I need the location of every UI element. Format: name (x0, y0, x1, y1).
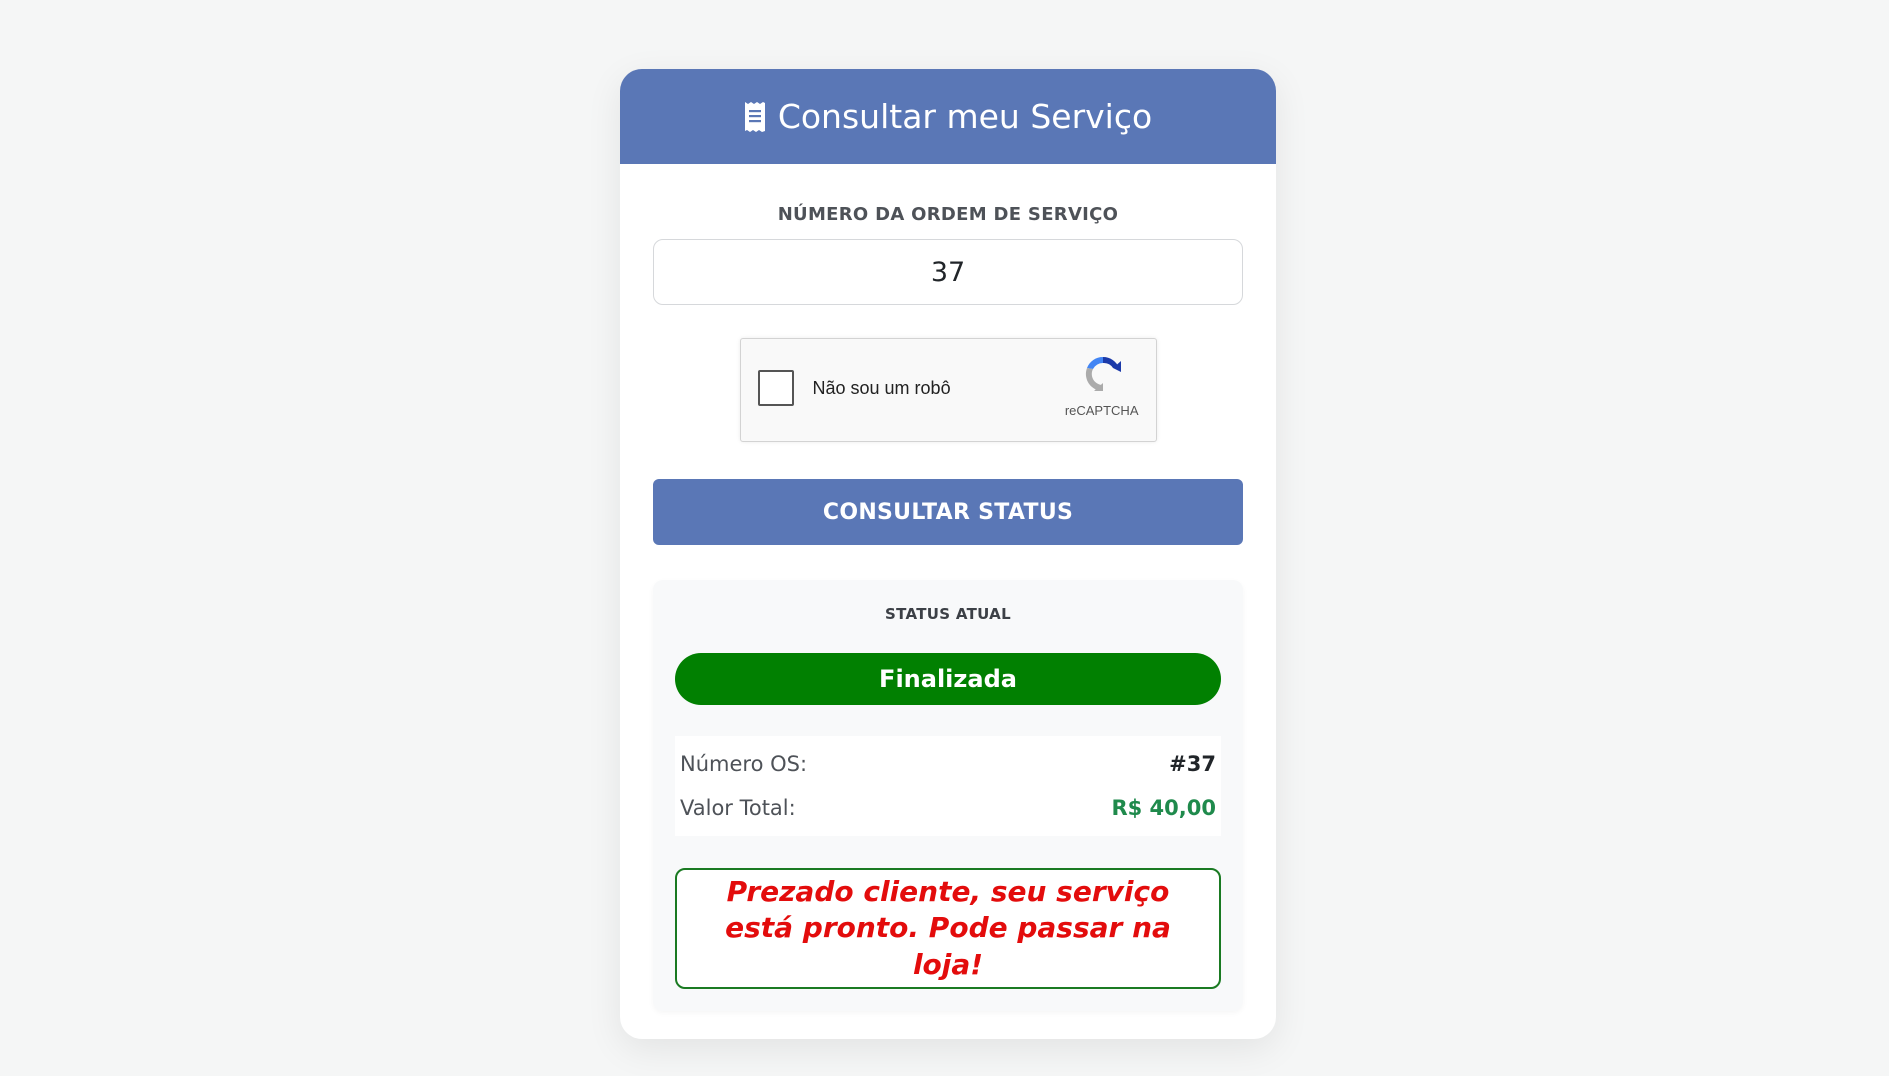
service-lookup-card: Consultar meu Serviço NÚMERO DA ORDEM DE… (620, 69, 1276, 1039)
detail-value: R$ 40,00 (1111, 796, 1216, 820)
card-header: Consultar meu Serviço (620, 69, 1276, 164)
detail-value: #37 (1169, 752, 1216, 776)
page-title: Consultar meu Serviço (777, 97, 1153, 136)
status-panel: STATUS ATUAL Finalizada Número OS: #37 V… (653, 580, 1243, 1011)
recaptcha-checkbox[interactable] (757, 370, 794, 406)
detail-key: Valor Total: (680, 796, 796, 820)
os-number-input[interactable] (653, 239, 1243, 305)
recaptcha-logo-icon (1085, 356, 1121, 392)
recaptcha-brand: reCAPTCHA (1064, 403, 1139, 418)
recaptcha-label: Não sou um robô (812, 378, 951, 398)
detail-key: Número OS: (680, 752, 808, 776)
status-details: Número OS: #37 Valor Total: R$ 40,00 (675, 736, 1221, 836)
status-heading: STATUS ATUAL (885, 605, 1011, 623)
status-badge: Finalizada (675, 653, 1221, 705)
status-message: Prezado cliente, seu serviço está pronto… (675, 868, 1221, 989)
recaptcha-widget: Não sou um robô reCAPTCHA (739, 338, 1157, 442)
receipt-icon (744, 101, 765, 132)
os-number-label: NÚMERO DA ORDEM DE SERVIÇO (777, 204, 1119, 225)
detail-row-os-number: Número OS: #37 (680, 742, 1216, 786)
card-body: NÚMERO DA ORDEM DE SERVIÇO Não sou um ro… (620, 204, 1276, 1011)
check-status-button[interactable]: CONSULTAR STATUS (653, 479, 1243, 545)
detail-row-total: Valor Total: R$ 40,00 (680, 786, 1216, 830)
